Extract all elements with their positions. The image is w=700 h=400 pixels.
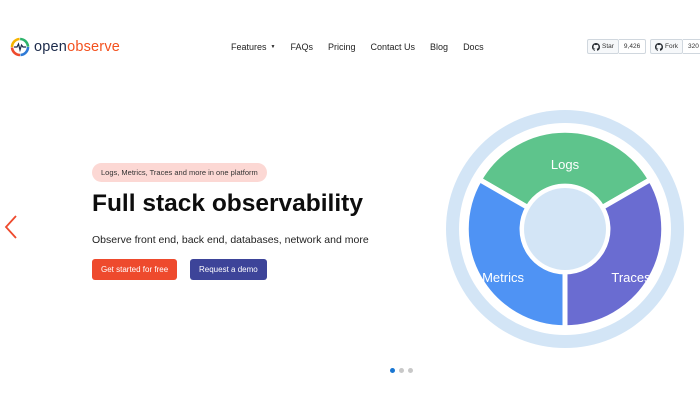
- hero-tagline-pill: Logs, Metrics, Traces and more in one pl…: [92, 163, 267, 182]
- github-fork-label: Fork: [665, 43, 678, 50]
- nav-features-label: Features: [231, 42, 267, 52]
- wheel-label-logs: Logs: [551, 157, 580, 172]
- logo-text-part1: open: [34, 39, 68, 55]
- nav-contact-us[interactable]: Contact Us: [371, 42, 416, 52]
- site-header: openobserve Features ▼ FAQs Pricing Cont…: [0, 0, 700, 95]
- logo[interactable]: openobserve: [10, 37, 120, 57]
- carousel-dots: [390, 368, 413, 373]
- wheel-label-metrics: Metrics: [482, 270, 524, 285]
- logo-text-part2: observe: [67, 39, 121, 55]
- main-nav: Features ▼ FAQs Pricing Contact Us Blog …: [231, 42, 499, 52]
- nav-blog[interactable]: Blog: [430, 42, 448, 52]
- nav-faqs[interactable]: FAQs: [290, 42, 313, 52]
- github-icon: [655, 42, 663, 51]
- github-star-button[interactable]: Star: [587, 39, 619, 54]
- carousel-dot[interactable]: [408, 368, 413, 373]
- nav-pricing[interactable]: Pricing: [328, 42, 356, 52]
- hero-title: Full stack observability: [92, 190, 363, 217]
- logo-text: openobserve: [34, 39, 120, 55]
- github-fork-button[interactable]: Fork: [650, 39, 683, 54]
- github-star-count[interactable]: 9,426: [618, 39, 647, 54]
- github-fork-count[interactable]: 320: [683, 39, 700, 54]
- wheel-label-traces: Traces: [611, 270, 651, 285]
- carousel-dot[interactable]: [390, 368, 395, 373]
- get-started-button[interactable]: Get started for free: [92, 259, 178, 280]
- observability-wheel-graphic: Logs Traces Metrics: [446, 110, 684, 348]
- carousel-prev-arrow-icon[interactable]: [3, 214, 19, 240]
- github-star-label: Star: [602, 43, 614, 50]
- github-star-widget: Star 9,426: [587, 39, 647, 54]
- hero-subtitle: Observe front end, back end, databases, …: [92, 234, 369, 246]
- github-icon: [592, 42, 600, 51]
- caret-down-icon: ▼: [270, 44, 276, 50]
- carousel-dot[interactable]: [399, 368, 404, 373]
- wheel-center: [524, 188, 606, 270]
- github-fork-widget: Fork 320: [650, 39, 700, 54]
- nav-docs[interactable]: Docs: [463, 42, 484, 52]
- openobserve-logo-icon: [10, 37, 30, 57]
- nav-features[interactable]: Features ▼: [231, 42, 275, 52]
- request-demo-button[interactable]: Request a demo: [190, 259, 267, 280]
